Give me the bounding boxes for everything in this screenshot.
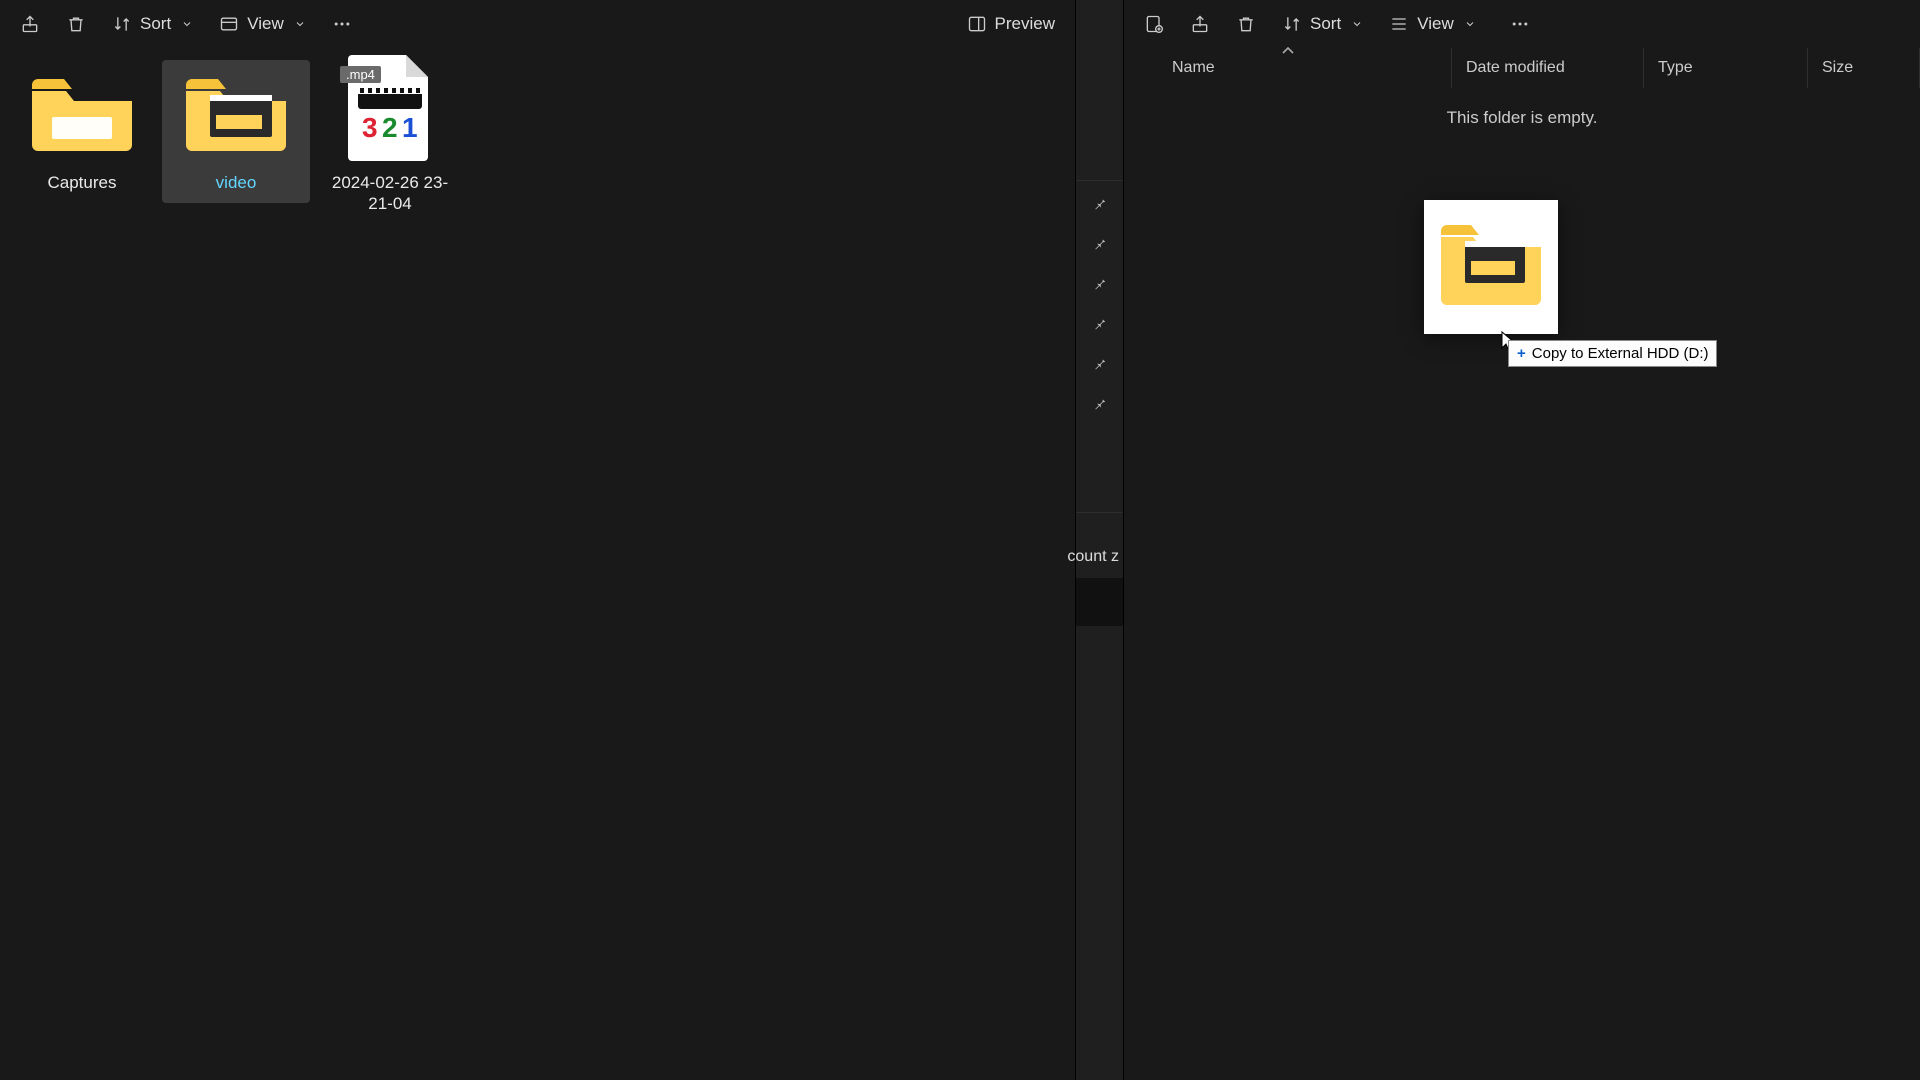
preview-button[interactable]: Preview bbox=[955, 6, 1067, 42]
new-button[interactable] bbox=[1132, 4, 1176, 44]
pin-icon bbox=[1093, 196, 1107, 210]
view-button[interactable]: View bbox=[207, 6, 318, 42]
svg-text:3: 3 bbox=[362, 112, 378, 143]
item-label: Captures bbox=[48, 172, 117, 193]
file-ext-badge: .mp4 bbox=[340, 66, 381, 83]
pin-icon bbox=[1093, 236, 1107, 250]
plus-icon: + bbox=[1517, 345, 1526, 362]
right-toolbar: Sort View bbox=[1124, 0, 1920, 48]
preview-label: Preview bbox=[995, 14, 1055, 34]
col-type[interactable]: Type bbox=[1644, 48, 1808, 88]
sort-button-right[interactable]: Sort bbox=[1270, 6, 1375, 42]
share-button-right[interactable] bbox=[1178, 4, 1222, 44]
drag-ghost bbox=[1424, 200, 1558, 334]
pin-icon bbox=[1093, 316, 1107, 330]
column-header-row: Name Date modified Type Size bbox=[1124, 48, 1920, 88]
svg-text:2: 2 bbox=[382, 112, 398, 143]
sort-indicator-up-icon bbox=[1281, 45, 1295, 55]
more-button[interactable] bbox=[320, 4, 364, 44]
delete-button-right[interactable] bbox=[1224, 4, 1268, 44]
folder-thumb-icon bbox=[180, 68, 292, 160]
sort-label: Sort bbox=[140, 14, 171, 34]
file-item-mp4[interactable]: 321 .mp4 2024-02-26 23-21-04 bbox=[316, 60, 464, 225]
nav-sliver: count z bbox=[1075, 0, 1123, 1080]
svg-text:1: 1 bbox=[402, 112, 418, 143]
item-label: 2024-02-26 23-21-04 bbox=[320, 172, 460, 215]
pin-icon bbox=[1093, 276, 1107, 290]
delete-button[interactable] bbox=[54, 4, 98, 44]
nav-selected-block bbox=[1076, 578, 1123, 626]
folder-icon bbox=[26, 68, 138, 160]
col-size[interactable]: Size bbox=[1808, 48, 1920, 88]
drop-tooltip-text: Copy to External HDD (D:) bbox=[1532, 345, 1709, 362]
share-button[interactable] bbox=[8, 4, 52, 44]
more-button-right[interactable] bbox=[1498, 4, 1542, 44]
right-pane: Sort View Name Date modified Type Size T… bbox=[1123, 0, 1920, 1080]
left-toolbar: Sort View Preview bbox=[0, 0, 1075, 48]
left-pane: Sort View Preview bbox=[0, 0, 1075, 1080]
truncated-label: count z bbox=[1067, 548, 1119, 566]
view-label: View bbox=[1417, 14, 1454, 34]
pin-icon bbox=[1093, 356, 1107, 370]
sort-label: Sort bbox=[1310, 14, 1341, 34]
left-items[interactable]: Captures video 321 .mp4 2024-02-26 23-21… bbox=[0, 48, 1075, 1080]
col-date[interactable]: Date modified bbox=[1452, 48, 1644, 88]
pin-icon bbox=[1093, 396, 1107, 410]
drop-tooltip: + Copy to External HDD (D:) bbox=[1508, 340, 1717, 367]
view-label: View bbox=[247, 14, 284, 34]
folder-item-video[interactable]: video bbox=[162, 60, 310, 203]
view-button-right[interactable]: View bbox=[1377, 6, 1488, 42]
video-file-icon: 321 .mp4 bbox=[334, 68, 446, 160]
sort-button[interactable]: Sort bbox=[100, 6, 205, 42]
item-label: video bbox=[216, 172, 257, 193]
cursor-icon bbox=[1500, 330, 1518, 352]
col-name[interactable]: Name bbox=[1124, 48, 1452, 88]
empty-folder-message: This folder is empty. bbox=[1124, 108, 1920, 128]
folder-item-captures[interactable]: Captures bbox=[8, 60, 156, 203]
